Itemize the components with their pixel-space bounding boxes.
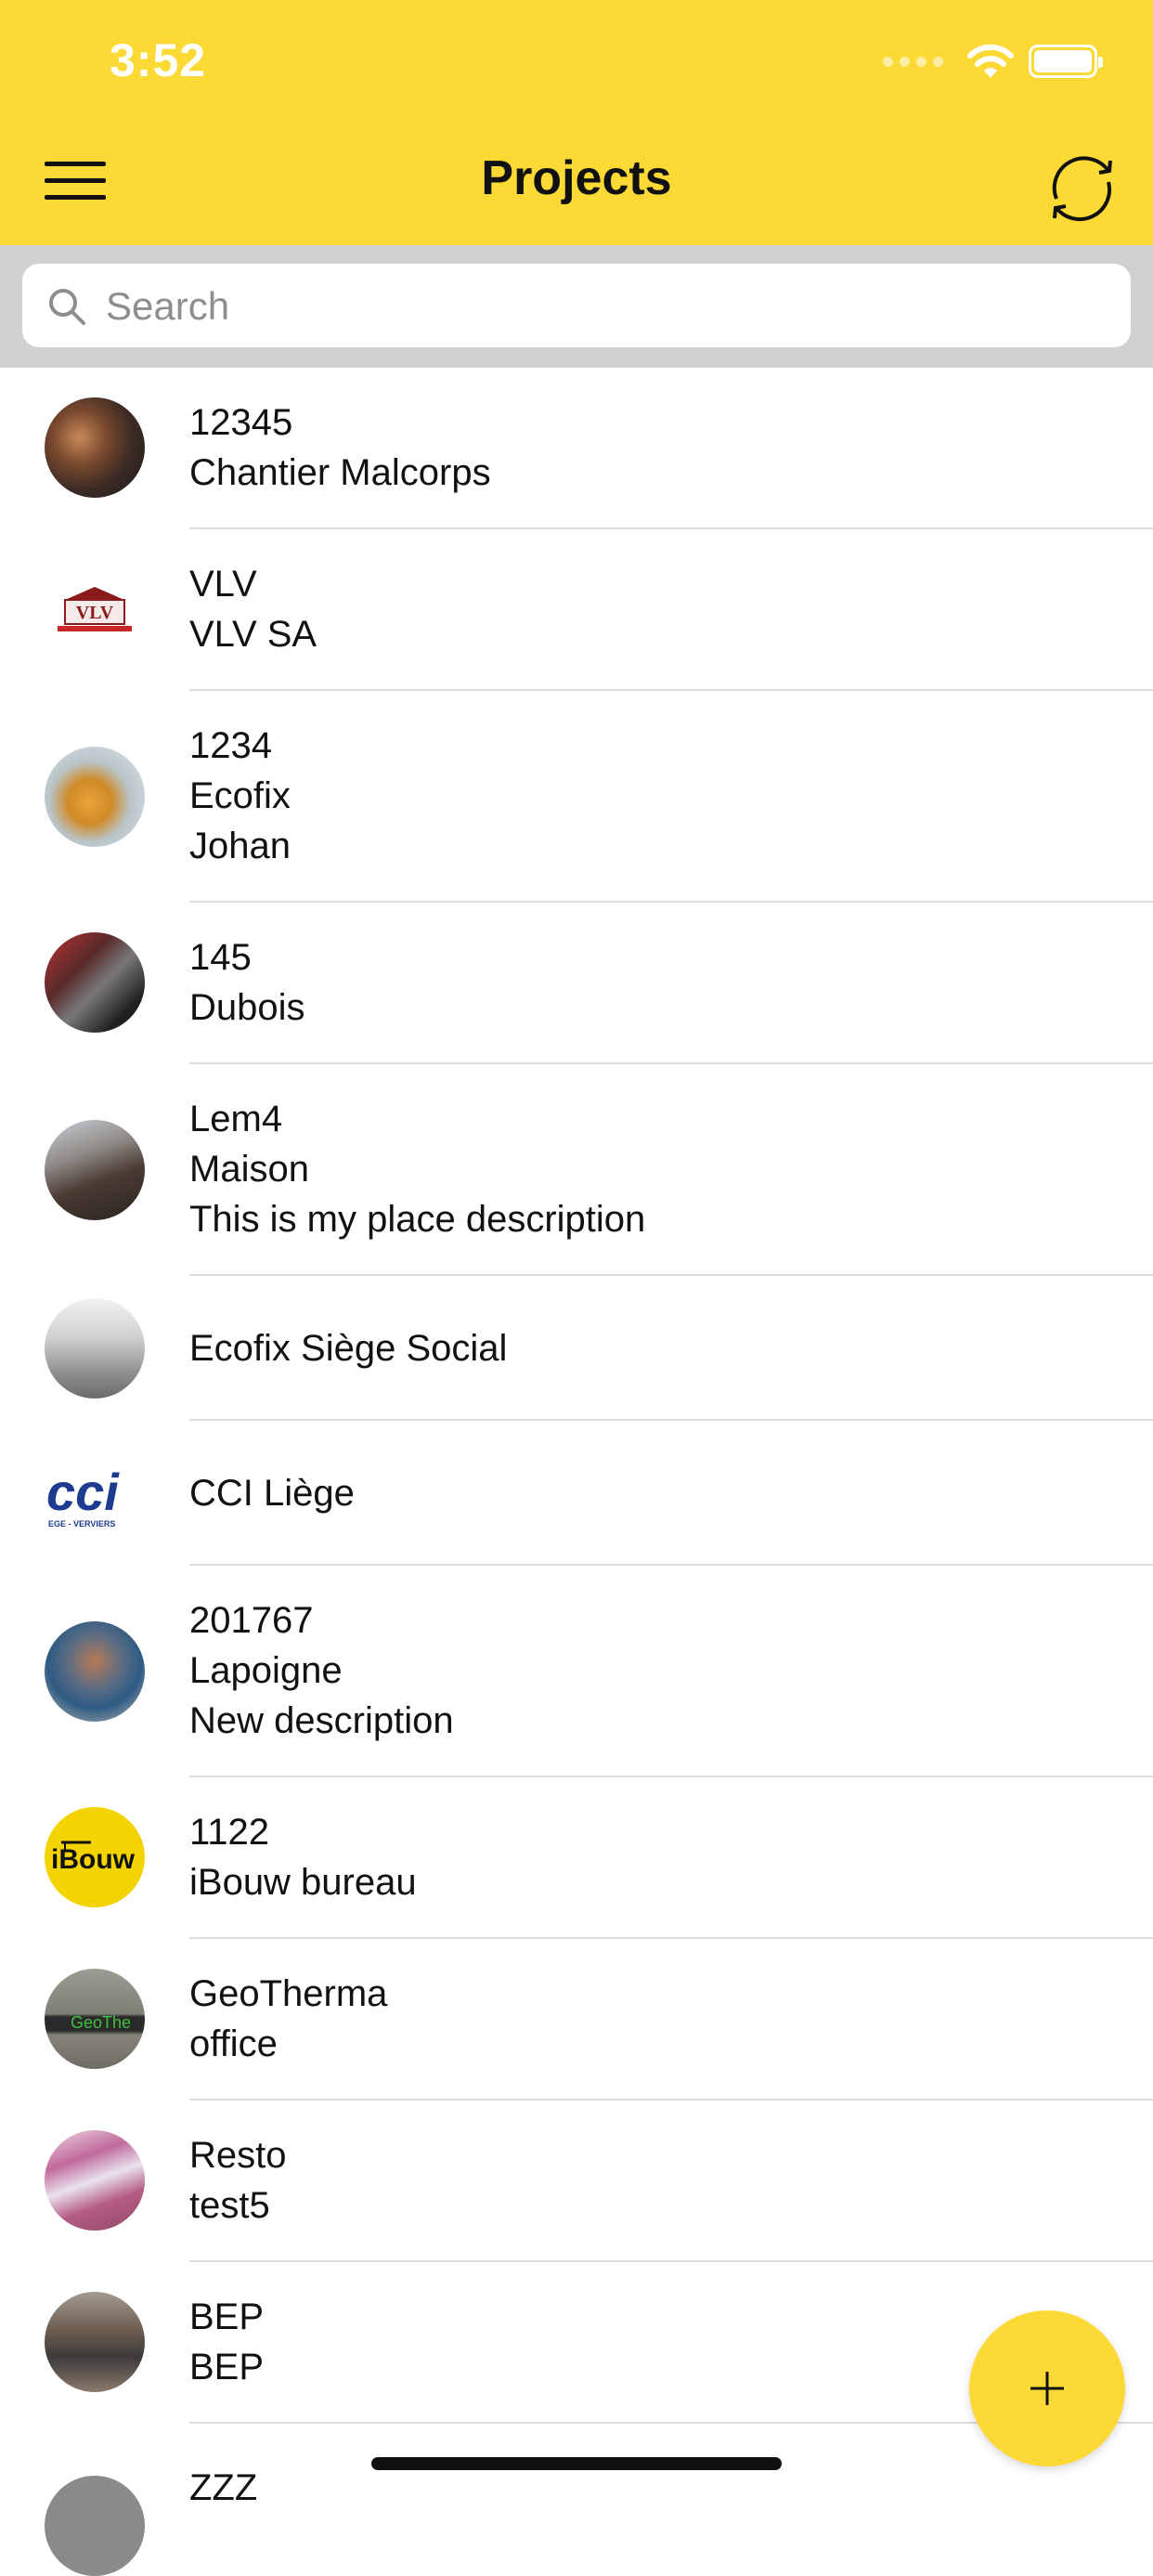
project-name: Lapoigne	[189, 1650, 343, 1691]
project-row[interactable]: 201767 Lapoigne New description	[0, 1566, 1153, 1777]
project-avatar	[45, 1120, 145, 1220]
project-code: 201767	[189, 1600, 314, 1641]
add-project-button[interactable]	[969, 2310, 1125, 2466]
project-avatar	[45, 2292, 145, 2392]
project-code: 1234	[189, 725, 272, 766]
project-name: test5	[189, 2185, 270, 2226]
project-code: 12345	[189, 402, 293, 443]
project-name: office	[189, 2023, 278, 2064]
search-icon	[49, 289, 85, 325]
vlv-logo: VLV	[58, 587, 132, 631]
svg-text:EGE - VERVIERS: EGE - VERVIERS	[48, 1519, 115, 1529]
project-code: 145	[189, 937, 252, 978]
project-avatar	[45, 1298, 145, 1399]
project-row[interactable]: 1234 Ecofix Johan	[0, 691, 1153, 903]
project-avatar: iBouw	[45, 1807, 145, 1907]
project-row[interactable]: 145 Dubois	[0, 903, 1153, 1064]
cellular-signal-icon	[883, 56, 943, 67]
project-description: This is my place description	[189, 1199, 646, 1240]
svg-text:VLV: VLV	[76, 603, 114, 623]
project-row[interactable]: iBouw 1122 iBouw bureau	[0, 1777, 1153, 1939]
ibouw-logo: iBouw	[51, 1841, 136, 1875]
project-name: Ecofix	[189, 775, 291, 816]
svg-text:iBouw: iBouw	[51, 1844, 136, 1875]
geotherma-logo: GeoThe	[71, 2013, 131, 2032]
svg-text:cci: cci	[46, 1463, 120, 1521]
project-code: BEP	[189, 2296, 265, 2337]
project-avatar: cci EGE - VERVIERS	[45, 1443, 145, 1543]
project-row[interactable]: Resto test5	[0, 2101, 1153, 2262]
project-avatar	[45, 397, 145, 498]
project-code: VLV	[189, 564, 257, 605]
project-avatar	[45, 932, 145, 1033]
project-name: VLV SA	[189, 614, 317, 655]
cci-logo: cci EGE - VERVIERS	[46, 1463, 120, 1529]
project-list: 12345 Chantier Malcorps VLV VLV VLV SA 1…	[0, 368, 1153, 2576]
project-name: Maison	[189, 1149, 309, 1190]
search-bar	[0, 245, 1153, 368]
project-row[interactable]: GeoThe GeoTherma office	[0, 1939, 1153, 2101]
project-description: Johan	[189, 826, 291, 866]
project-code: Resto	[189, 2135, 287, 2176]
project-avatar: VLV	[45, 559, 145, 659]
project-row[interactable]: Lem4 Maison This is my place description	[0, 1064, 1153, 1276]
project-name: Ecofix Siège Social	[189, 1328, 508, 1369]
svg-text:GeoThe: GeoThe	[71, 2013, 131, 2032]
project-code: ZZZ	[189, 2467, 258, 2508]
app-header: 3:52 Projects	[0, 0, 1153, 245]
project-row[interactable]: 12345 Chantier Malcorps	[0, 368, 1153, 529]
home-indicator	[371, 2457, 782, 2470]
project-description: New description	[189, 1700, 454, 1741]
search-input[interactable]	[104, 264, 1110, 349]
status-time: 3:52	[110, 34, 207, 86]
status-indicators	[883, 43, 1103, 80]
project-avatar	[45, 2476, 145, 2576]
page-title: Projects	[481, 151, 672, 205]
project-row[interactable]: Ecofix Siège Social	[0, 1276, 1153, 1421]
project-avatar: GeoThe	[45, 1969, 145, 2069]
project-name: Dubois	[189, 987, 305, 1028]
project-name: CCI Liège	[189, 1473, 355, 1514]
search-field[interactable]	[22, 264, 1131, 349]
plus-icon	[1030, 2372, 1064, 2405]
project-avatar	[45, 747, 145, 847]
project-code: GeoTherma	[189, 1973, 388, 2014]
sync-icon[interactable]	[1038, 145, 1127, 234]
battery-icon	[1029, 45, 1103, 78]
project-avatar	[45, 2130, 145, 2231]
project-name: Chantier Malcorps	[189, 452, 491, 493]
project-row[interactable]: VLV VLV VLV SA	[0, 529, 1153, 691]
project-name: BEP	[189, 2347, 265, 2387]
project-avatar	[45, 1621, 145, 1722]
project-code: 1122	[189, 1812, 270, 1853]
project-code: Lem4	[189, 1099, 283, 1139]
project-row[interactable]: ZZZ	[0, 2424, 1153, 2576]
wifi-icon	[967, 44, 1014, 78]
project-name: iBouw bureau	[189, 1862, 417, 1903]
project-row[interactable]: cci EGE - VERVIERS CCI Liège	[0, 1421, 1153, 1566]
